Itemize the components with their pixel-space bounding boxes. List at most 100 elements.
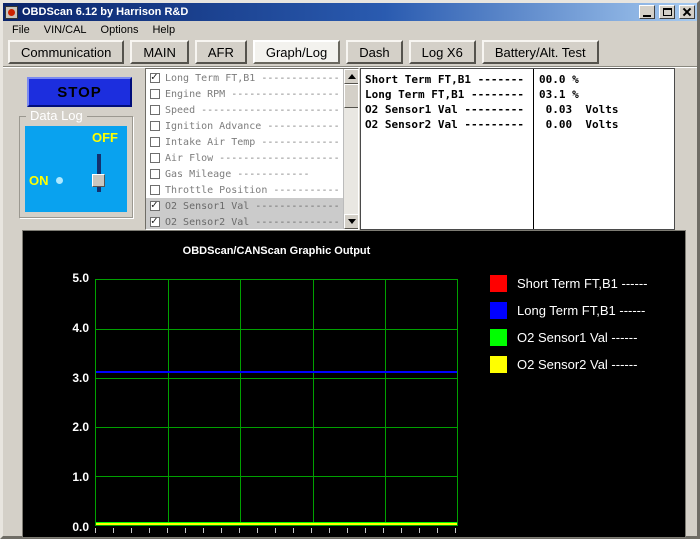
pid-label: Throttle Position ----------- [165, 185, 340, 196]
pid-label: O2 Sensor2 Val -------------- [165, 217, 340, 228]
graph-title: OBDScan/CANScan Graphic Output [95, 245, 458, 257]
legend-label: O2 Sensor2 Val ------ [517, 357, 637, 372]
x-tick [95, 528, 96, 533]
readout-value: 00.0 % [539, 72, 674, 87]
legend-swatch [490, 275, 507, 292]
x-tick [347, 528, 348, 533]
y-tick-label: 3.0 [72, 371, 89, 385]
x-tick [167, 528, 168, 533]
tab-log-x6[interactable]: Log X6 [409, 40, 476, 64]
x-tick [149, 528, 150, 533]
menu-item-help[interactable]: Help [145, 22, 182, 38]
tab-graph-log[interactable]: Graph/Log [253, 40, 340, 64]
pid-label: Speed ----------------------- [165, 105, 340, 116]
pid-list-item[interactable]: Gas Mileage ------------ [146, 166, 343, 182]
pid-list-item[interactable]: Ignition Advance ------------ [146, 118, 343, 134]
x-tick [311, 528, 312, 533]
pid-label: Ignition Advance ------------ [165, 121, 340, 132]
pid-list-item[interactable]: Intake Air Temp ------------- [146, 134, 343, 150]
stop-button[interactable]: STOP [27, 77, 132, 107]
live-readout-panel: Short Term FT,B1 ------- Long Term FT,B1… [360, 68, 675, 230]
tab-afr[interactable]: AFR [195, 40, 247, 64]
y-tick-label: 0.0 [72, 520, 89, 534]
pid-checkbox[interactable] [150, 121, 160, 131]
close-icon [682, 7, 692, 17]
pid-list-item[interactable]: Engine RPM ------------------ [146, 86, 343, 102]
y-tick-label: 4.0 [72, 321, 89, 335]
data-log-title: Data Log [26, 108, 87, 123]
gridline-vertical [385, 280, 386, 525]
x-tick [203, 528, 204, 533]
x-tick [239, 528, 240, 533]
x-tick [401, 528, 402, 533]
x-tick [329, 528, 330, 533]
pid-list-item[interactable]: Air Flow -------------------- [146, 150, 343, 166]
pid-checkbox[interactable] [150, 153, 160, 163]
close-button[interactable] [679, 5, 695, 19]
scrollbar-thumb[interactable] [344, 84, 359, 108]
pid-label: Long Term FT,B1 ------------- [165, 73, 340, 84]
readout-value: 0.03 Volts [539, 102, 674, 117]
arrow-down-icon [348, 219, 356, 224]
x-tick [275, 528, 276, 533]
legend-label: Long Term FT,B1 ------ [517, 303, 645, 318]
legend-swatch [490, 302, 507, 319]
pid-checkbox[interactable] [150, 89, 160, 99]
pid-checkbox[interactable] [150, 185, 160, 195]
tab-communication[interactable]: Communication [8, 40, 124, 64]
menu-item-file[interactable]: File [5, 22, 37, 38]
data-log-toggle-track [97, 154, 101, 192]
pid-label: Intake Air Temp ------------- [165, 137, 340, 148]
pid-checkbox[interactable] [150, 73, 160, 83]
menu-bar: File VIN/CAL Options Help [3, 21, 697, 39]
menu-item-vincal[interactable]: VIN/CAL [37, 22, 94, 38]
gridline-vertical [168, 280, 169, 525]
tab-main[interactable]: MAIN [130, 40, 189, 64]
x-axis-ticks [95, 528, 458, 534]
menu-item-options[interactable]: Options [94, 22, 146, 38]
data-log-toggle-knob[interactable] [92, 174, 105, 187]
maximize-icon [663, 8, 672, 16]
x-tick [293, 528, 294, 533]
data-log-group: Data Log OFF ON [19, 116, 133, 218]
pid-checkbox[interactable] [150, 169, 160, 179]
graph-panel: OBDScan/CANScan Graphic Output 5.0 4.0 3… [23, 231, 685, 537]
maximize-button[interactable] [659, 5, 675, 19]
series-line [96, 371, 457, 373]
x-tick [383, 528, 384, 533]
y-tick-label: 5.0 [72, 271, 89, 285]
legend-item: O2 Sensor1 Val ------ [490, 329, 648, 346]
x-tick [419, 528, 420, 533]
legend-item: Short Term FT,B1 ------ [490, 275, 648, 292]
pid-list-item[interactable]: O2 Sensor2 Val -------------- [146, 214, 343, 230]
gridline-vertical [313, 280, 314, 525]
arrow-up-icon [348, 74, 356, 79]
pid-list-scrollbar[interactable] [343, 69, 358, 229]
pid-checkbox[interactable] [150, 137, 160, 147]
pid-checkbox[interactable] [150, 105, 160, 115]
minimize-button[interactable] [639, 5, 655, 19]
x-tick [221, 528, 222, 533]
scroll-up-button[interactable] [344, 69, 359, 84]
readout-value: 0.00 Volts [539, 117, 674, 132]
pid-list-item[interactable]: O2 Sensor1 Val -------------- [146, 198, 343, 214]
tab-dash[interactable]: Dash [346, 40, 402, 64]
x-tick [131, 528, 132, 533]
pid-checkbox[interactable] [150, 217, 160, 227]
readout-name: Long Term FT,B1 -------- [365, 87, 533, 102]
pid-checkbox[interactable] [150, 201, 160, 211]
legend-item: Long Term FT,B1 ------ [490, 302, 648, 319]
pid-label: O2 Sensor1 Val -------------- [165, 201, 340, 212]
data-log-panel: OFF ON [25, 126, 127, 212]
pid-list-item[interactable]: Long Term FT,B1 ------------- [146, 70, 343, 86]
pid-label: Gas Mileage ------------ [165, 169, 310, 180]
tab-battery-alt-test[interactable]: Battery/Alt. Test [482, 40, 599, 64]
title-bar: OBDScan 6.12 by Harrison R&D [3, 3, 697, 21]
y-tick-label: 2.0 [72, 420, 89, 434]
data-log-on-label: ON [29, 173, 49, 188]
pid-list-item[interactable]: Speed ----------------------- [146, 102, 343, 118]
x-tick [437, 528, 438, 533]
readout-names-column: Short Term FT,B1 ------- Long Term FT,B1… [361, 69, 534, 229]
scroll-down-button[interactable] [344, 214, 359, 229]
pid-list-item[interactable]: Throttle Position ----------- [146, 182, 343, 198]
